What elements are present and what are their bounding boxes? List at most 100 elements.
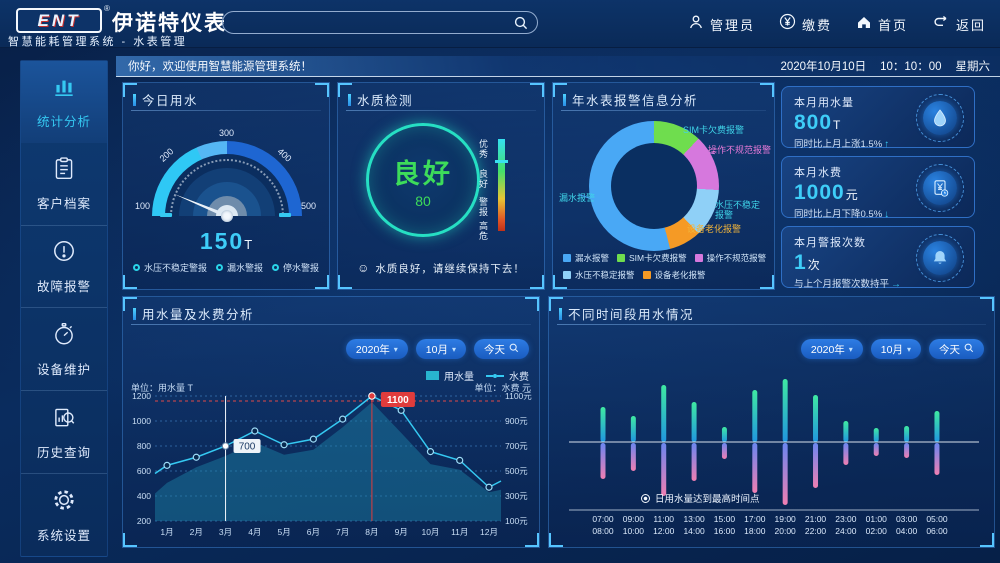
data-point <box>281 442 287 448</box>
panel-title-text: 今日用水 <box>142 90 198 109</box>
x-axis-label: 7月 <box>336 527 349 537</box>
gauge-value-number: 150 <box>200 228 244 254</box>
quality-message: ☺水质良好，请继续保持下去！ <box>338 261 544 276</box>
sidebar-item-customers[interactable]: 客户档案 <box>21 143 107 226</box>
time-label-line1: 21:00 <box>805 514 827 524</box>
bar-chart-icon <box>51 73 77 104</box>
peak-annotation: 日用水量达到最高时间点 <box>641 491 760 505</box>
donut-callout: SIM卡欠费报警 <box>683 125 744 135</box>
history-search-icon <box>51 404 77 435</box>
time-label-line2: 18:00 <box>744 526 766 536</box>
card-month-usage: 本月用水量 800T 同时比上月上涨1.5%↑ <box>781 86 975 148</box>
legend-label: 漏水警报 <box>227 261 263 274</box>
nav-label: 返回 <box>956 15 986 34</box>
bar-down <box>934 443 939 475</box>
gauge-value: 150T <box>123 228 329 255</box>
alert-circle-icon <box>51 238 77 269</box>
time-label-line2: 10:00 <box>623 526 645 536</box>
panel-usage-fee: 用水量及水费分析 2020年▾ 10月▾ 今天 用水量 水费 单位：用水量 T … <box>122 296 540 548</box>
nav-back[interactable]: 返回 <box>932 15 986 34</box>
time-label-line2: 08:00 <box>592 526 614 536</box>
search-input[interactable] <box>223 16 514 30</box>
welcome-bar: 你好，欢迎使用智慧能源管理系统！ 2020年10月10日 10：10：00 星期… <box>116 56 1000 77</box>
month-filter[interactable]: 10月▾ <box>416 339 466 359</box>
bar-up <box>904 426 909 442</box>
nav-label: 首页 <box>878 15 908 34</box>
donut-legend: 漏水报警 SIM卡欠费报警 操作不规范报警 水压不稳定报警 设备老化报警 <box>563 252 770 281</box>
donut-callout: 水压不稳定报警 <box>715 200 765 220</box>
x-axis-label: 3月 <box>219 527 232 537</box>
data-point <box>486 484 492 490</box>
search-icon[interactable] <box>514 16 528 30</box>
sidebar-item-maintenance[interactable]: 设备维护 <box>21 308 107 391</box>
x-axis-label: 10月 <box>421 527 439 537</box>
nav-home[interactable]: 首页 <box>856 14 908 35</box>
search-bar[interactable] <box>222 11 538 34</box>
donut-hole <box>611 143 697 229</box>
sidebar-item-fault-alarm[interactable]: 故障报警 <box>21 226 107 309</box>
quality-message-text: 水质良好，请继续保持下去！ <box>375 263 525 275</box>
x-axis-label: 2月 <box>190 527 203 537</box>
bar-down <box>661 443 666 496</box>
dashboard: ENT ® 伊诺特仪表 智慧能耗管理系统 - 水表管理 管理员 缴费 首页 <box>0 0 1000 563</box>
gauge-tick-label: 500 <box>301 201 316 211</box>
registered-mark: ® <box>104 4 110 13</box>
time-label-line1: 09:00 <box>623 514 645 524</box>
bar-down <box>904 443 909 458</box>
ring-icon <box>216 264 223 271</box>
data-point <box>340 416 346 422</box>
bar-down <box>601 443 606 479</box>
nav-admin[interactable]: 管理员 <box>688 14 755 35</box>
legend-swatch <box>643 271 651 279</box>
month-filter[interactable]: 10月▾ <box>871 339 921 359</box>
year-filter[interactable]: 2020年▾ <box>801 339 863 359</box>
nav-payment[interactable]: 缴费 <box>779 13 832 35</box>
donut-callout: 设备老化报警 <box>687 224 741 234</box>
scale-label: 高危 <box>479 221 490 241</box>
legend-item: 水压不稳定报警 <box>563 269 635 281</box>
legend-label: 水压不稳定报警 <box>575 269 635 281</box>
card-value: 1 <box>794 251 807 274</box>
y-axis-label-right: 100元 <box>505 516 528 526</box>
time-label-line1: 03:00 <box>896 514 918 524</box>
date-text: 2020年10月10日 <box>780 58 866 74</box>
today-filter[interactable]: 今天 <box>929 339 984 359</box>
time-usage-chart[interactable]: 07:0008:0009:0010:0011:0012:0013:0014:00… <box>559 361 986 543</box>
sidebar-item-settings[interactable]: 系统设置 <box>21 474 107 556</box>
panel-title-text: 年水表报警信息分析 <box>572 90 698 109</box>
legend-swatch <box>563 271 571 279</box>
legend-item: 停水警报 <box>272 261 319 274</box>
sidebar-item-label: 统计分析 <box>37 111 91 130</box>
filter-label: 今天 <box>939 342 960 357</box>
year-filter[interactable]: 2020年▾ <box>346 339 408 359</box>
bar-up <box>783 379 788 442</box>
back-icon <box>932 15 950 34</box>
legend-label: 漏水报警 <box>575 252 609 264</box>
x-axis-label: 9月 <box>395 527 408 537</box>
title-accent-bar <box>559 308 562 320</box>
time-label-line2: 06:00 <box>926 526 948 536</box>
panel-time-usage: 不同时间段用水情况 2020年▾ 10月▾ 今天 07:0008:0009:00… <box>548 296 995 548</box>
y-axis-label-right: 500元 <box>505 466 528 476</box>
bar-up <box>661 385 666 442</box>
water-drop-icon <box>923 101 957 135</box>
legend-item: SIM卡欠费报警 <box>617 252 687 264</box>
filter-label: 10月 <box>426 342 448 357</box>
today-filter[interactable]: 今天 <box>474 339 529 359</box>
bar-down <box>813 443 818 488</box>
line-swatch <box>486 374 504 378</box>
sidebar-item-history[interactable]: 历史查询 <box>21 391 107 474</box>
time-label-line1: 17:00 <box>744 514 766 524</box>
data-point <box>252 428 258 434</box>
bar-up <box>631 416 636 442</box>
chevron-down-icon: ▾ <box>394 345 398 354</box>
bar-up <box>813 395 818 442</box>
usage-fee-chart[interactable]: 12001100元1000900元800700元600500元400300元20… <box>127 391 537 543</box>
usage-area-series <box>155 402 501 521</box>
sidebar-item-statistics[interactable]: 统计分析 <box>21 61 107 143</box>
sidebar: 统计分析 客户档案 故障报警 设备维护 历史查询 系统设置 <box>20 60 108 557</box>
legend-swatch <box>563 254 571 262</box>
data-point <box>398 407 404 413</box>
sidebar-item-label: 系统设置 <box>37 525 91 544</box>
bar-up <box>692 402 697 442</box>
